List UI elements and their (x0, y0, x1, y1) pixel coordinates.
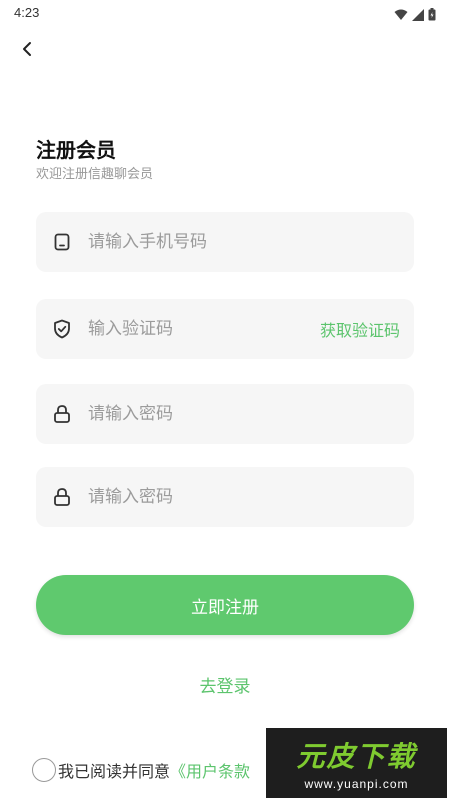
agreement-row: 我已阅读并同意 《用户条款 (32, 758, 250, 782)
watermark-logo: 元皮下载 (296, 740, 417, 773)
phone-input[interactable] (88, 212, 414, 272)
status-time: 4:23 (14, 5, 40, 20)
code-input[interactable] (88, 299, 320, 359)
back-arrow-icon (22, 41, 32, 61)
register-button[interactable]: 立即注册 (36, 575, 414, 635)
wifi-icon (394, 6, 408, 25)
battery-icon (428, 6, 436, 25)
signal-icon (412, 6, 424, 25)
watermark: 元皮下载 www.yuanpi.com (266, 728, 447, 798)
phone-icon (52, 232, 72, 252)
status-icons (394, 6, 436, 25)
confirm-password-input[interactable] (88, 467, 414, 527)
status-bar: 4:23 (0, 0, 450, 26)
phone-field[interactable] (36, 212, 414, 272)
code-field[interactable]: 获取验证码 (36, 299, 414, 359)
back-button[interactable] (14, 38, 40, 64)
page-title: 注册会员 (36, 138, 116, 162)
page-subtitle: 欢迎注册信趣聊会员 (36, 167, 154, 182)
login-link[interactable]: 去登录 (0, 672, 450, 697)
agreement-checkbox[interactable] (32, 758, 56, 782)
get-code-button[interactable]: 获取验证码 (320, 317, 400, 341)
confirm-password-field[interactable] (36, 467, 414, 527)
lock-icon (52, 404, 72, 424)
terms-link[interactable]: 《用户条款 (170, 758, 250, 782)
lock-icon (52, 487, 72, 507)
agreement-text: 我已阅读并同意 (58, 762, 171, 781)
shield-check-icon (52, 319, 72, 339)
password-input[interactable] (88, 384, 414, 444)
watermark-url: www.yuanpi.com (304, 777, 409, 791)
password-field[interactable] (36, 384, 414, 444)
